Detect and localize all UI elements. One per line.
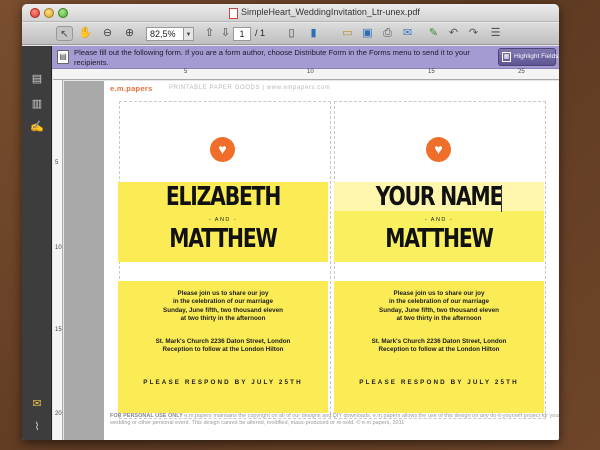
name-one: ELIZABETH: [165, 182, 281, 212]
form-notification-bar: ▤ Please fill out the following form. If…: [52, 46, 559, 69]
pdf-page: e.m.papers PRINTABLE PAPER GOODS | www.e…: [104, 81, 559, 440]
usage-footer: FOR PERSONAL USE ONLY e.m.papers maintai…: [110, 413, 559, 427]
minimize-window-button[interactable]: [44, 8, 54, 18]
pages-panel-icon[interactable]: ▤: [30, 72, 44, 86]
form-document-icon: ▤: [57, 50, 69, 64]
highlight-fields-label: Highlight Fields: [514, 53, 559, 60]
ruler-tick: 15: [428, 69, 435, 75]
email-icon[interactable]: ✉: [400, 26, 415, 41]
more-tools-icon[interactable]: ☰: [488, 26, 503, 41]
zoom-in-icon[interactable]: ⊕: [122, 26, 137, 41]
single-page-view-icon[interactable]: ▯: [284, 26, 299, 41]
previous-page-icon[interactable]: ⇧: [202, 26, 217, 41]
toolbar: ↖ ✋ ⊖ ⊕ 82,5% ▼ ⇧ ⇩ 1 / 1 ▯ ▮ ▭ ▣ ⎙ ✉ ✎ …: [22, 23, 559, 45]
print-icon[interactable]: ⎙: [380, 26, 395, 41]
venue-details: St. Mark's Church 2236 Daton Street, Lon…: [155, 338, 291, 354]
name-two: MATTHEW: [169, 224, 278, 254]
ruler-tick: 5: [55, 160, 59, 166]
ruler-tick: 5: [184, 69, 188, 75]
pdf-document-icon: [229, 8, 238, 19]
save-icon[interactable]: ▣: [360, 26, 375, 41]
zoom-window-button[interactable]: [58, 8, 68, 18]
details-panel: Please join us to share our joy in the ce…: [118, 281, 328, 413]
page-number-field[interactable]: 1: [233, 27, 251, 41]
attachments-panel-icon[interactable]: ⌇: [30, 420, 44, 434]
venue-details: St. Mark's Church 2236 Daton Street, Lon…: [371, 338, 507, 354]
brand-logo: e.m.papers: [110, 84, 153, 93]
name-two: MATTHEW: [385, 224, 494, 254]
document-canvas: e.m.papers PRINTABLE PAPER GOODS | www.e…: [64, 81, 559, 440]
bookmarks-panel-icon[interactable]: ▥: [30, 97, 44, 111]
footer-label: FOR PERSONAL USE ONLY: [110, 413, 183, 419]
heart-icon: ♥: [210, 137, 235, 162]
page-total: / 1: [255, 28, 266, 38]
ruler-tick: 25: [518, 69, 525, 75]
pdf-viewer-window: SimpleHeart_WeddingInvitation_Ltr-unex.p…: [22, 4, 559, 440]
and-separator: - AND -: [208, 217, 238, 223]
ruler-tick: 10: [307, 69, 314, 75]
next-page-icon[interactable]: ⇩: [218, 26, 233, 41]
vertical-ruler: 5 10 15 20: [53, 80, 63, 440]
zoom-level-field[interactable]: 82,5%: [146, 27, 184, 41]
details-form-field[interactable]: Please join us to share our joy in the ce…: [334, 281, 544, 413]
invitation-message: Please join us to share our joy in the ce…: [379, 290, 499, 323]
comment-tool-icon[interactable]: ✎: [426, 26, 441, 41]
title-bar: SimpleHeart_WeddingInvitation_Ltr-unex.p…: [22, 4, 559, 22]
text-cursor: [501, 185, 502, 212]
undo-icon[interactable]: ↶: [446, 26, 461, 41]
open-file-icon[interactable]: ▭: [340, 26, 355, 41]
invitation-message: Please join us to share our joy in the ce…: [163, 290, 283, 323]
highlight-fields-button[interactable]: ▦ Highlight Fields: [498, 48, 559, 66]
heart-icon: ♥: [426, 137, 451, 162]
ruler-tick: 15: [55, 327, 62, 333]
rsvp-line: PLEASE RESPOND BY JULY 25TH: [143, 379, 303, 386]
two-page-view-icon[interactable]: ▮: [306, 26, 321, 41]
names-panel: ELIZABETH - AND - MATTHEW: [118, 182, 328, 262]
form-bar-message: Please fill out the following form. If y…: [74, 48, 470, 67]
brand-tagline: PRINTABLE PAPER GOODS | www.empapers.com: [169, 85, 331, 91]
rsvp-line: PLEASE RESPOND BY JULY 25TH: [359, 379, 519, 386]
highlight-fields-icon: ▦: [502, 52, 511, 62]
horizontal-ruler: 5 10 15 25: [53, 69, 559, 80]
navigation-sidebar: ▤ ▥ ✍ ✉ ⌇: [22, 46, 52, 440]
redo-icon[interactable]: ↷: [466, 26, 481, 41]
zoom-out-icon[interactable]: ⊖: [100, 26, 115, 41]
ruler-tick: 10: [55, 245, 62, 251]
select-tool-icon[interactable]: ↖: [56, 26, 73, 41]
comments-panel-icon[interactable]: ✉: [30, 397, 44, 411]
zoom-dropdown-chevron-icon[interactable]: ▼: [184, 27, 194, 41]
signatures-panel-icon[interactable]: ✍: [30, 120, 44, 134]
hand-tool-icon[interactable]: ✋: [78, 26, 93, 41]
close-window-button[interactable]: [30, 8, 40, 18]
names-panel: YOUR NAME - AND - MATTHEW: [334, 182, 544, 262]
name-one: YOUR NAME: [375, 182, 504, 212]
ruler-tick: 20: [55, 411, 62, 417]
and-separator: - AND -: [424, 217, 454, 223]
window-title: SimpleHeart_WeddingInvitation_Ltr-unex.p…: [241, 7, 420, 17]
